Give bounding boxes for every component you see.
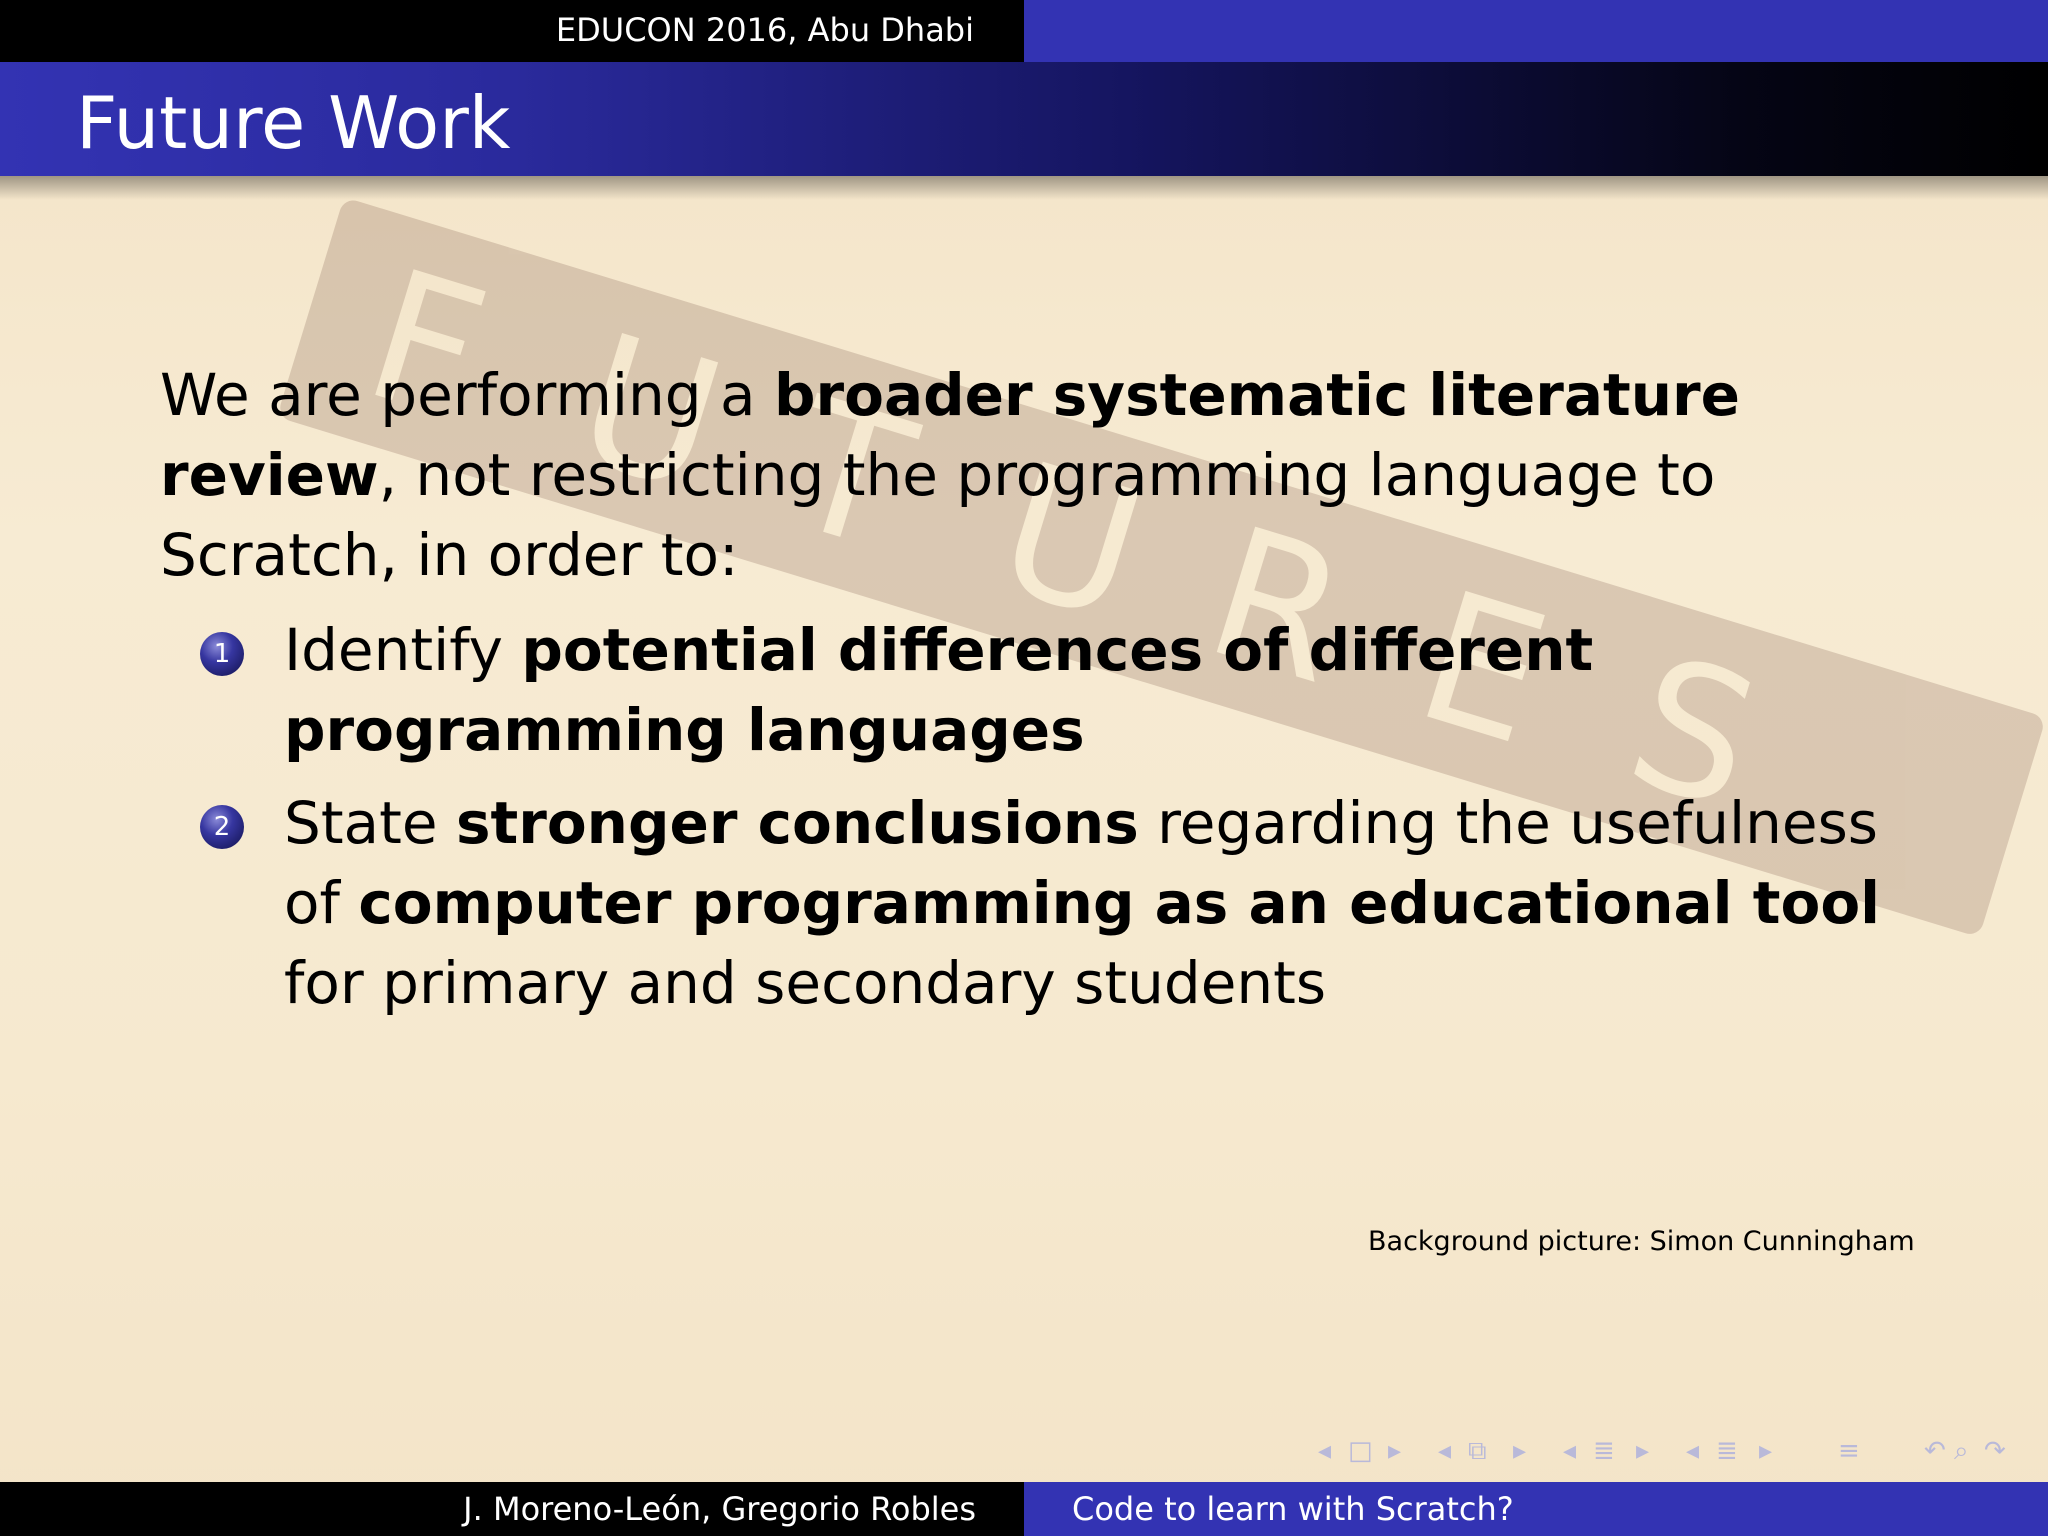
footer-bar: J. Moreno-León, Gregorio Robles Code to … bbox=[0, 1482, 2048, 1536]
background-credit: Background picture: Simon Cunningham bbox=[1368, 1226, 1915, 1257]
nav-subsection-icon[interactable]: ⧉ bbox=[1468, 1436, 1487, 1466]
nav-search-icon[interactable]: ⌕ bbox=[1954, 1436, 1969, 1466]
list-item: 2 State stronger conclusions regarding t… bbox=[200, 783, 1900, 1023]
nav-prev-subsection-icon[interactable]: ◂ bbox=[1438, 1436, 1451, 1466]
page-title: Future Work bbox=[76, 81, 511, 165]
nav-forward-icon[interactable]: ↷ bbox=[1984, 1436, 2006, 1466]
header-conference: EDUCON 2016, Abu Dhabi bbox=[0, 0, 1024, 62]
item-text: State bbox=[284, 789, 456, 857]
list-item: 1 Identify potential differences of diff… bbox=[200, 610, 1900, 770]
footer-short-title: Code to learn with Scratch? bbox=[1024, 1482, 2048, 1536]
nav-frame-icon[interactable]: □ bbox=[1348, 1436, 1373, 1466]
footer-authors: J. Moreno-León, Gregorio Robles bbox=[0, 1482, 1024, 1536]
frame-title-bar: Future Work bbox=[0, 62, 2048, 176]
nav-next-frame-icon[interactable]: ▸ bbox=[1388, 1436, 1401, 1466]
item-bold: stronger conclusions bbox=[455, 789, 1139, 857]
title-shadow bbox=[0, 176, 2048, 200]
nav-back-icon[interactable]: ↶ bbox=[1924, 1436, 1946, 1466]
header-right-panel bbox=[1024, 0, 2048, 62]
nav-next-doc-icon[interactable]: ▸ bbox=[1759, 1436, 1772, 1466]
intro-text-2: , not restricting the programming langua… bbox=[160, 441, 1716, 589]
nav-prev-frame-icon[interactable]: ◂ bbox=[1318, 1436, 1331, 1466]
enumeration-ball-icon: 2 bbox=[200, 805, 244, 849]
nav-next-subsection-icon[interactable]: ▸ bbox=[1513, 1436, 1526, 1466]
nav-prev-doc-icon[interactable]: ◂ bbox=[1686, 1436, 1699, 1466]
header-bar: EDUCON 2016, Abu Dhabi bbox=[0, 0, 2048, 62]
enumeration-ball-icon: 1 bbox=[200, 632, 244, 676]
nav-section-icon[interactable]: ≣ bbox=[1593, 1436, 1615, 1466]
nav-toc-icon[interactable]: ≡ bbox=[1838, 1436, 1860, 1466]
nav-next-section-icon[interactable]: ▸ bbox=[1636, 1436, 1649, 1466]
item-text: Identify bbox=[284, 616, 522, 684]
item-text: for primary and secondary students bbox=[284, 949, 1327, 1017]
intro-text-1: We are performing a bbox=[160, 361, 774, 429]
nav-doc-icon[interactable]: ≣ bbox=[1716, 1436, 1738, 1466]
enumerated-list: 1 Identify potential differences of diff… bbox=[200, 610, 1900, 1036]
intro-paragraph: We are performing a broader systematic l… bbox=[160, 355, 1880, 595]
nav-prev-section-icon[interactable]: ◂ bbox=[1563, 1436, 1576, 1466]
navigation-symbols: ◂ □ ▸ ◂ ⧉ ▸ ◂ ≣ ▸ ◂ ≣ ▸ ≡ ↶ ⌕ ↷ bbox=[1318, 1436, 2028, 1466]
item-bold: computer programming as an educational t… bbox=[358, 869, 1881, 937]
